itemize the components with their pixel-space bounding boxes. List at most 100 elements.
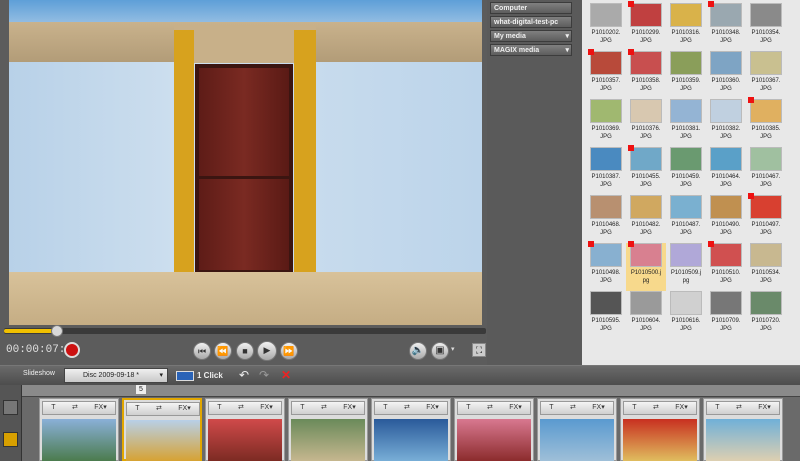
effects-button[interactable]: FX▾ bbox=[509, 402, 521, 414]
media-file[interactable]: P1010482. JPG bbox=[626, 195, 666, 243]
title-button[interactable]: T bbox=[51, 402, 55, 414]
delete-button[interactable]: ✕ bbox=[281, 368, 291, 383]
transition-button[interactable]: ⇄ bbox=[72, 402, 78, 414]
transition-button[interactable]: ⇄ bbox=[404, 402, 410, 414]
media-file[interactable]: P1010468. JPG bbox=[586, 195, 626, 243]
title-button[interactable]: T bbox=[549, 402, 553, 414]
display-options-button[interactable]: ▣ bbox=[431, 342, 449, 360]
position-slider[interactable] bbox=[4, 325, 486, 337]
redo-button[interactable]: ↷ bbox=[259, 368, 269, 383]
media-file[interactable]: P1010510. JPG bbox=[706, 241, 746, 291]
media-file[interactable]: P1010299. JPG bbox=[626, 1, 666, 51]
media-file[interactable]: P1010467. JPG bbox=[746, 147, 786, 195]
effects-button[interactable]: FX▾ bbox=[675, 402, 687, 414]
media-file[interactable]: P1010376. JPG bbox=[626, 99, 666, 147]
media-file[interactable]: P1010382. JPG bbox=[706, 99, 746, 147]
stop-button[interactable]: ■ bbox=[236, 342, 254, 360]
chevron-down-icon[interactable]: ▾ bbox=[451, 345, 455, 353]
source-item[interactable]: what-digital-test-pc bbox=[490, 16, 572, 28]
storyboard-slot[interactable]: T ⇄ FX▾ bbox=[205, 398, 285, 461]
media-file[interactable]: P1010367. JPG bbox=[746, 51, 786, 99]
source-item[interactable]: MAGIX media ▾ bbox=[490, 44, 572, 56]
title-button[interactable]: T bbox=[135, 403, 139, 415]
media-file[interactable]: P1010464. JPG bbox=[706, 147, 746, 195]
title-button[interactable]: T bbox=[217, 402, 221, 414]
storyboard-slot[interactable]: T ⇄ FX▾ bbox=[122, 398, 202, 461]
media-file[interactable]: P1010498. JPG bbox=[586, 241, 626, 291]
rewind-button[interactable]: ⏪ bbox=[214, 342, 232, 360]
transition-button[interactable]: ⇄ bbox=[238, 402, 244, 414]
media-file[interactable]: P1010497. JPG bbox=[746, 193, 786, 243]
title-button[interactable]: T bbox=[632, 402, 636, 414]
effects-button[interactable]: FX▾ bbox=[178, 403, 190, 415]
rewind-icon: ⏪ bbox=[217, 346, 229, 356]
preview-ground bbox=[9, 272, 482, 325]
media-file[interactable]: P1010709. JPG bbox=[706, 291, 746, 339]
storyboard-slot[interactable]: T ⇄ FX▾ bbox=[39, 398, 119, 461]
media-file[interactable]: P1010604. JPG bbox=[626, 291, 666, 339]
media-file[interactable]: P1010387. JPG bbox=[586, 147, 626, 195]
media-file[interactable]: P1010595. JPG bbox=[586, 291, 626, 339]
volume-button[interactable]: 🔈 bbox=[409, 342, 427, 360]
title-button[interactable]: T bbox=[715, 402, 719, 414]
source-item[interactable]: My media ▾ bbox=[490, 30, 572, 42]
transition-button[interactable]: ⇄ bbox=[570, 402, 576, 414]
storyboard-mode-button[interactable] bbox=[3, 400, 18, 415]
storyboard-slot[interactable]: T ⇄ FX▾ bbox=[371, 398, 451, 461]
media-file[interactable]: P1010500.j pg bbox=[626, 241, 666, 291]
media-file[interactable]: P1010359. JPG bbox=[666, 51, 706, 99]
storyboard-slot[interactable]: T ⇄ FX▾ bbox=[537, 398, 617, 461]
source-item[interactable]: Computer bbox=[490, 2, 572, 14]
transition-button[interactable]: ⇄ bbox=[653, 402, 659, 414]
storyboard-slot[interactable]: T ⇄ FX▾ bbox=[288, 398, 368, 461]
media-file[interactable]: P1010354. JPG bbox=[746, 3, 786, 51]
effects-button[interactable]: FX▾ bbox=[758, 402, 770, 414]
media-file[interactable]: P1010316. JPG bbox=[666, 3, 706, 51]
storyboard-slot[interactable]: T ⇄ FX▾ bbox=[703, 398, 783, 461]
title-button[interactable]: T bbox=[383, 402, 387, 414]
media-file[interactable]: P1010509.j pg bbox=[666, 243, 706, 291]
media-file[interactable]: P1010455. JPG bbox=[626, 145, 666, 195]
media-file[interactable]: P1010348. JPG bbox=[706, 1, 746, 51]
media-file[interactable]: P1010534. JPG bbox=[746, 243, 786, 291]
storyboard-slot[interactable]: T ⇄ FX▾ bbox=[454, 398, 534, 461]
media-file[interactable]: P1010358. JPG bbox=[626, 49, 666, 99]
one-click-button[interactable]: 1 Click bbox=[176, 368, 223, 383]
undo-button[interactable]: ↶ bbox=[239, 368, 249, 383]
title-button[interactable]: T bbox=[466, 402, 470, 414]
go-to-start-button[interactable]: ⏮ bbox=[193, 342, 211, 360]
media-file[interactable]: P1010487. JPG bbox=[666, 195, 706, 243]
transition-button[interactable]: ⇄ bbox=[156, 403, 162, 415]
media-pool-grid: P1010202. JPG P1010299. JPG P1010316. JPG P101… bbox=[582, 0, 800, 365]
media-file[interactable]: P1010360. JPG bbox=[706, 51, 746, 99]
timeline-ruler[interactable]: 5 bbox=[22, 385, 800, 397]
play-button[interactable]: ▶ bbox=[257, 341, 277, 361]
media-file[interactable]: P1010381. JPG bbox=[666, 99, 706, 147]
timeline-mode-button[interactable] bbox=[3, 432, 18, 447]
storyboard-slot[interactable]: T ⇄ FX▾ bbox=[620, 398, 700, 461]
title-button[interactable]: T bbox=[300, 402, 304, 414]
media-file[interactable]: P1010616. JPG bbox=[666, 291, 706, 339]
fast-forward-button[interactable]: ⏩ bbox=[280, 342, 298, 360]
media-file[interactable]: P1010385. JPG bbox=[746, 97, 786, 147]
media-file[interactable]: P1010720. JPG bbox=[746, 291, 786, 339]
playhead-marker[interactable]: 5 bbox=[136, 385, 146, 394]
effects-button[interactable]: FX▾ bbox=[94, 402, 106, 414]
disc-select[interactable]: Disc 2009-09-18 * ▾ bbox=[64, 368, 168, 383]
effects-button[interactable]: FX▾ bbox=[260, 402, 272, 414]
effects-button[interactable]: FX▾ bbox=[426, 402, 438, 414]
media-file[interactable]: P1010357. JPG bbox=[586, 49, 626, 99]
fullscreen-button[interactable]: ⛶ bbox=[472, 343, 486, 357]
effects-button[interactable]: FX▾ bbox=[343, 402, 355, 414]
effects-button[interactable]: FX▾ bbox=[592, 402, 604, 414]
position-slider-handle[interactable] bbox=[51, 325, 64, 337]
transition-button[interactable]: ⇄ bbox=[487, 402, 493, 414]
media-file[interactable]: P1010369. JPG bbox=[586, 99, 626, 147]
media-file[interactable]: P1010202. JPG bbox=[586, 3, 626, 51]
transition-button[interactable]: ⇄ bbox=[736, 402, 742, 414]
record-button[interactable] bbox=[64, 342, 80, 358]
transition-button[interactable]: ⇄ bbox=[321, 402, 327, 414]
media-file[interactable]: P1010459. JPG bbox=[666, 147, 706, 195]
used-flag-icon bbox=[588, 241, 594, 247]
media-file[interactable]: P1010490. JPG bbox=[706, 195, 746, 243]
